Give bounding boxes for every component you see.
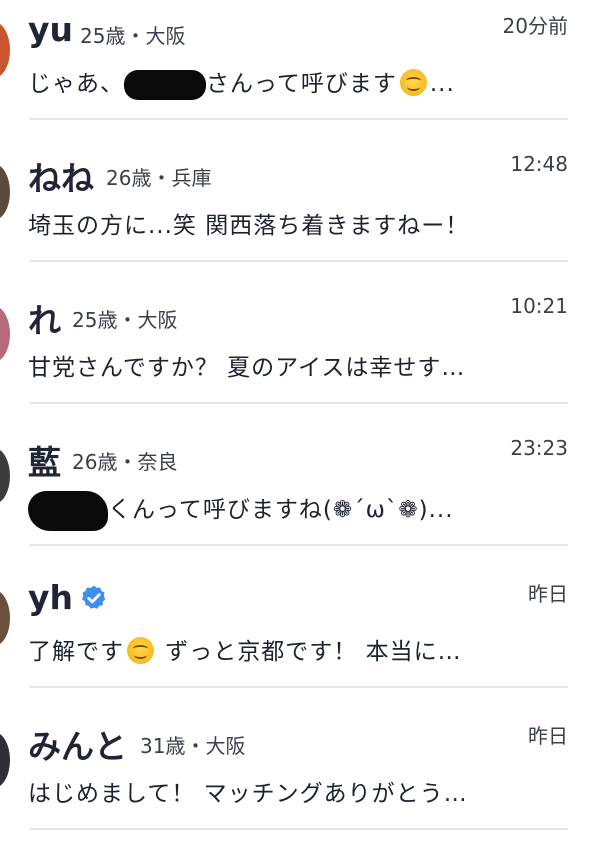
conversation-meta: 25歳・大阪 bbox=[80, 24, 186, 48]
avatar[interactable] bbox=[0, 22, 10, 78]
message-text: さんって呼びます bbox=[206, 71, 397, 97]
conversation-message: 了解です ずっと京都です！ 本当に… bbox=[28, 632, 462, 666]
conversation-message: 甘党さんですか？ 夏のアイスは幸せす… bbox=[28, 355, 466, 381]
conversation-meta: 25歳・大阪 bbox=[72, 308, 178, 332]
conversation-row-yh[interactable]: yh 昨日 了解です ずっと京都です！ 本当に… bbox=[0, 568, 600, 710]
conversation-list: yu 25歳・大阪 20分前 じゃあ、 さんって呼びます... ねね 26歳・兵庫… bbox=[0, 0, 600, 852]
conversation-message: くんって呼びますね(❁´ω`❁)... bbox=[28, 490, 454, 531]
conversation-message: 埼玉の方に...笑 関西落ち着きますねー！ bbox=[28, 213, 470, 239]
conversation-message: じゃあ、 さんって呼びます... bbox=[28, 64, 455, 100]
verified-badge-icon bbox=[81, 585, 106, 609]
conversation-time: 20分前 bbox=[502, 14, 568, 38]
avatar[interactable] bbox=[0, 448, 10, 504]
row-separator bbox=[30, 260, 568, 262]
conversation-row-nene[interactable]: ねね 26歳・兵庫 12:48 埼玉の方に...笑 関西落ち着きますねー！ bbox=[0, 142, 600, 284]
conversation-name: 藍 bbox=[28, 443, 61, 482]
message-text: ずっと京都です！ 本当に… bbox=[157, 639, 462, 665]
avatar[interactable] bbox=[0, 732, 10, 788]
smiling-face-emoji-icon bbox=[127, 637, 154, 664]
conversation-row-minto[interactable]: みんと 31歳・大阪 昨日 はじめまして！ マッチングありがとう… bbox=[0, 710, 600, 852]
conversation-meta: 26歳・奈良 bbox=[72, 450, 178, 474]
row-separator bbox=[30, 544, 568, 546]
conversation-message: はじめまして！ マッチングありがとう… bbox=[28, 781, 468, 807]
conversation-time: 23:23 bbox=[510, 436, 568, 460]
conversation-time: 昨日 bbox=[528, 582, 568, 606]
redacted-name bbox=[124, 69, 206, 100]
message-text: じゃあ、 bbox=[28, 71, 124, 97]
smiling-face-emoji-icon bbox=[399, 69, 427, 96]
conversation-time: 昨日 bbox=[528, 724, 568, 748]
conversation-name: ねね bbox=[28, 159, 94, 198]
row-separator bbox=[30, 686, 568, 688]
row-separator bbox=[30, 118, 568, 120]
row-separator bbox=[30, 402, 568, 404]
message-text: 了解です bbox=[28, 639, 124, 665]
message-text: くんって呼びますね(❁´ω`❁)... bbox=[108, 497, 454, 523]
conversation-name: れ bbox=[28, 301, 61, 340]
row-separator bbox=[30, 828, 568, 830]
conversation-name: yh bbox=[28, 578, 74, 617]
avatar[interactable] bbox=[0, 306, 10, 362]
conversation-time: 10:21 bbox=[510, 294, 568, 318]
conversation-time: 12:48 bbox=[510, 152, 568, 176]
conversation-name: みんと bbox=[28, 727, 127, 766]
avatar[interactable] bbox=[0, 590, 10, 646]
conversation-row-ai[interactable]: 藍 26歳・奈良 23:23 くんって呼びますね(❁´ω`❁)... bbox=[0, 426, 600, 568]
conversation-meta: 26歳・兵庫 bbox=[106, 166, 212, 190]
avatar[interactable] bbox=[0, 164, 10, 220]
conversation-name: yu bbox=[28, 10, 74, 49]
conversation-row-yu[interactable]: yu 25歳・大阪 20分前 じゃあ、 さんって呼びます... bbox=[0, 0, 600, 142]
message-text: ... bbox=[429, 71, 455, 97]
conversation-meta: 31歳・大阪 bbox=[140, 734, 246, 758]
conversation-row-re[interactable]: れ 25歳・大阪 10:21 甘党さんですか？ 夏のアイスは幸せす… bbox=[0, 284, 600, 426]
redacted-name bbox=[28, 490, 108, 531]
